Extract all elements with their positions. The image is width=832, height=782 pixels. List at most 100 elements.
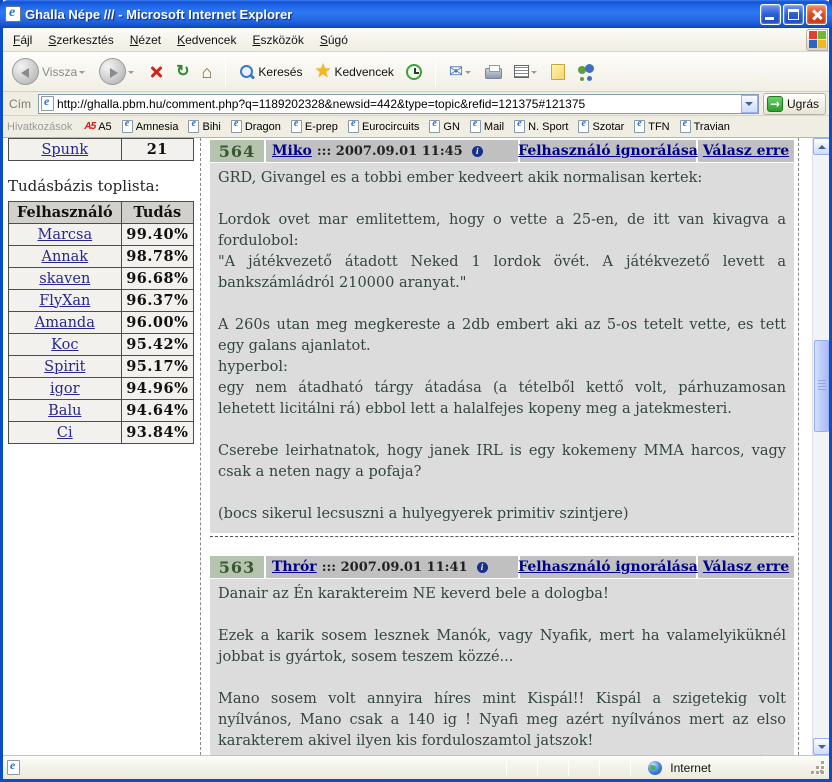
menu-view[interactable]: Nézet <box>122 30 169 50</box>
menu-edit[interactable]: Szerkesztés <box>40 30 121 50</box>
history-button[interactable] <box>403 62 425 82</box>
link-label: Mail <box>484 121 504 133</box>
favorites-button[interactable]: ★ Kedvencek <box>311 58 396 85</box>
encoding-icon <box>514 65 529 78</box>
link-label: A5 <box>98 121 111 133</box>
links-bar-item-bihi[interactable]: Bihi <box>188 120 220 133</box>
user-link[interactable]: igor <box>50 381 80 397</box>
stop-button[interactable] <box>145 62 167 82</box>
user-link[interactable]: Ci <box>57 425 73 441</box>
table-row: skaven96.68% <box>9 268 194 290</box>
scrollbar-thumb[interactable] <box>814 340 829 432</box>
column-header-score: Tudás <box>121 202 193 224</box>
table-row: Ci93.84% <box>9 422 194 444</box>
user-link[interactable]: Spirit <box>44 359 85 375</box>
home-button[interactable]: ⌂ <box>199 62 216 82</box>
edit-button[interactable] <box>548 62 568 82</box>
user-score: 21 <box>121 139 193 161</box>
print-icon <box>485 68 502 79</box>
reply-link[interactable]: Válasz erre <box>703 559 789 575</box>
ignore-user-link[interactable]: Felhasználó ignorálása <box>518 559 698 575</box>
info-icon[interactable]: i <box>472 146 483 157</box>
messenger-button[interactable] <box>574 62 598 82</box>
globe-icon <box>648 761 662 775</box>
links-bar-item-mail[interactable]: Mail <box>470 120 504 133</box>
back-button[interactable]: Vissza <box>9 56 90 87</box>
resize-grip[interactable] <box>811 761 825 775</box>
user-link[interactable]: Marcsa <box>37 227 92 243</box>
menu-favorites[interactable]: Kedvencek <box>169 30 244 50</box>
table-row: Amanda96.00% <box>9 312 194 334</box>
info-icon[interactable]: i <box>477 562 488 573</box>
menu-help[interactable]: Súgó <box>312 30 356 50</box>
status-separator <box>506 760 507 776</box>
mail-button[interactable]: ✉ <box>446 62 476 82</box>
user-link[interactable]: Amanda <box>35 315 95 331</box>
history-icon <box>406 64 422 80</box>
user-score: 95.42% <box>121 334 193 356</box>
encoding-dropdown-icon[interactable] <box>531 71 537 77</box>
links-bar-item-eprep[interactable]: E-prep <box>291 120 338 133</box>
scroll-up-button[interactable] <box>813 138 829 155</box>
ie-page-icon <box>41 96 54 111</box>
post-header: 563 Thrór ::: 2007.09.01 11:41 i Felhasz… <box>210 556 794 578</box>
back-dropdown-icon[interactable] <box>79 71 85 77</box>
go-button[interactable]: → Ugrás <box>763 93 826 115</box>
address-field[interactable] <box>38 94 759 114</box>
reply-link[interactable]: Válasz erre <box>703 143 789 159</box>
links-bar-item-amnesia[interactable]: Amnesia <box>122 120 179 133</box>
back-label: Vissza <box>42 65 77 79</box>
links-bar-item-eurocircuits[interactable]: Eurocircuits <box>348 120 419 133</box>
table-row: igor 94.96% <box>9 378 194 400</box>
encoding-button[interactable] <box>511 63 542 80</box>
windows-logo-icon <box>806 29 828 51</box>
user-link[interactable]: Balu <box>48 403 81 419</box>
url-input[interactable] <box>57 96 741 112</box>
ie-page-icon <box>634 120 645 133</box>
refresh-icon: ↻ <box>176 64 189 80</box>
home-icon: ⌂ <box>202 64 213 80</box>
print-button[interactable] <box>482 62 505 81</box>
links-bar-item-tfn[interactable]: TFN <box>634 120 669 133</box>
links-bar-item-travian[interactable]: Travian <box>680 120 730 133</box>
user-link[interactable]: Annak <box>42 249 89 265</box>
post-author-link[interactable]: Miko <box>272 143 312 159</box>
links-bar-item-a5[interactable]: A5A5 <box>84 121 111 133</box>
close-button[interactable] <box>806 4 827 25</box>
menu-tools[interactable]: Eszközök <box>244 30 311 50</box>
links-bar-item-dragon[interactable]: Dragon <box>231 120 281 133</box>
forward-button[interactable] <box>96 56 139 87</box>
forward-dropdown-icon[interactable] <box>128 71 134 77</box>
table-row: FlyXan96.37% <box>9 290 194 312</box>
ignore-user-link[interactable]: Felhasználó ignorálása <box>518 143 698 159</box>
ie-page-icon <box>188 120 199 133</box>
link-label: Dragon <box>245 121 281 133</box>
user-link[interactable]: FlyXan <box>39 293 90 309</box>
post-author-link[interactable]: Thrór <box>272 559 317 575</box>
user-score: 94.96% <box>121 378 193 400</box>
vertical-scrollbar[interactable] <box>812 138 829 755</box>
menu-file[interactable]: Fájl <box>5 30 40 50</box>
user-link-spunk[interactable]: Spunk <box>41 142 88 158</box>
user-link[interactable]: skaven <box>39 271 90 287</box>
links-bar-caption: Hivatkozások <box>7 121 72 133</box>
layout-divider <box>798 138 799 755</box>
links-bar-item-szotar[interactable]: Szotar <box>578 120 624 133</box>
link-label: TFN <box>648 121 669 133</box>
links-bar-item-nsport[interactable]: N. Sport <box>514 120 568 133</box>
address-dropdown-button[interactable] <box>741 95 758 113</box>
scroll-down-button[interactable] <box>813 738 829 755</box>
mail-dropdown-icon[interactable] <box>465 71 471 77</box>
minimize-button[interactable] <box>760 4 781 25</box>
title-bar[interactable]: Ghalla Népe /// - Microsoft Internet Exp… <box>0 0 832 28</box>
search-icon <box>239 64 255 80</box>
links-bar-item-gn[interactable]: GN <box>429 120 460 133</box>
post-datetime: ::: 2007.09.01 11:45 <box>317 144 463 159</box>
user-link[interactable]: Koc <box>51 337 78 353</box>
maximize-button[interactable] <box>783 4 804 25</box>
refresh-button[interactable]: ↻ <box>173 62 192 82</box>
link-label: Eurocircuits <box>362 121 419 133</box>
user-score: 94.64% <box>121 400 193 422</box>
sidebar: Spunk 21 Tudásbázis toplista: Felhasznál… <box>8 138 194 444</box>
search-button[interactable]: Keresés <box>236 62 305 82</box>
